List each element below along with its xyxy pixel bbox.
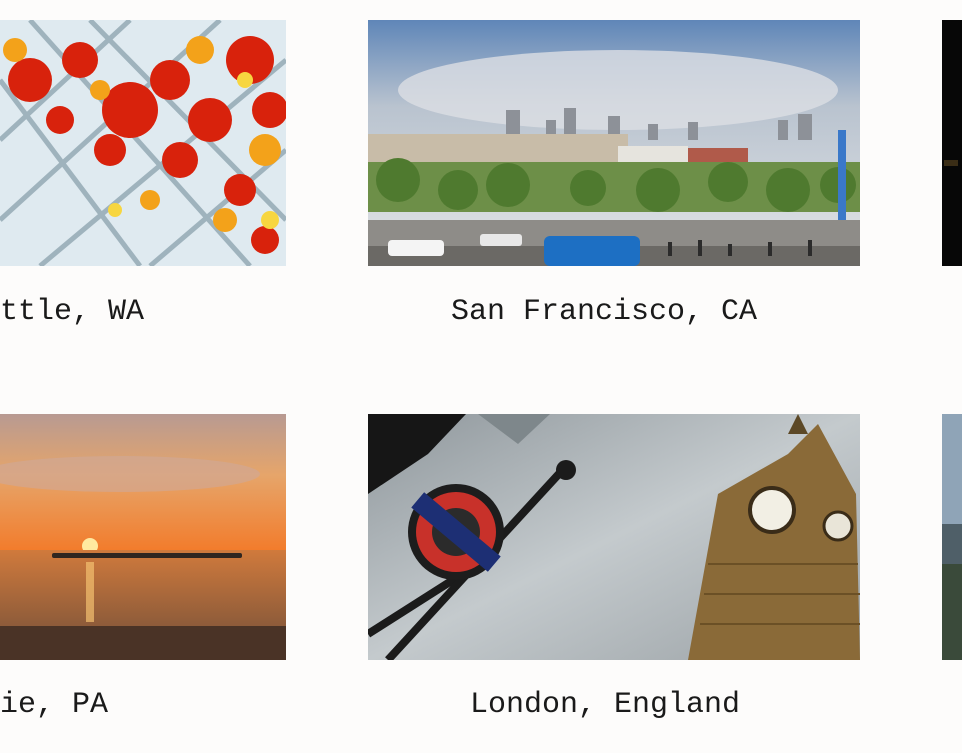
lake-sunset-photo xyxy=(0,414,286,660)
caption-erie: ie, PA xyxy=(0,688,109,722)
waterfront-city-photo xyxy=(368,20,860,266)
gallery-photo-san-francisco[interactable] xyxy=(368,20,860,266)
caption-london: London, England xyxy=(470,688,741,722)
caption-seattle: ttle, WA xyxy=(0,295,145,329)
gallery-photo-london[interactable] xyxy=(368,414,860,660)
gallery-photo-partial-right-1[interactable] xyxy=(942,20,962,266)
night-photo xyxy=(942,20,962,266)
gallery-photo-seattle[interactable] xyxy=(0,20,286,266)
gallery-photo-partial-right-2[interactable] xyxy=(942,414,962,660)
caption-san-francisco: San Francisco, CA xyxy=(451,295,758,329)
gallery-photo-erie[interactable] xyxy=(0,414,286,660)
big-ben-underground-photo xyxy=(368,414,860,660)
glass-flowers-photo xyxy=(0,20,286,266)
landscape-photo xyxy=(942,414,962,660)
